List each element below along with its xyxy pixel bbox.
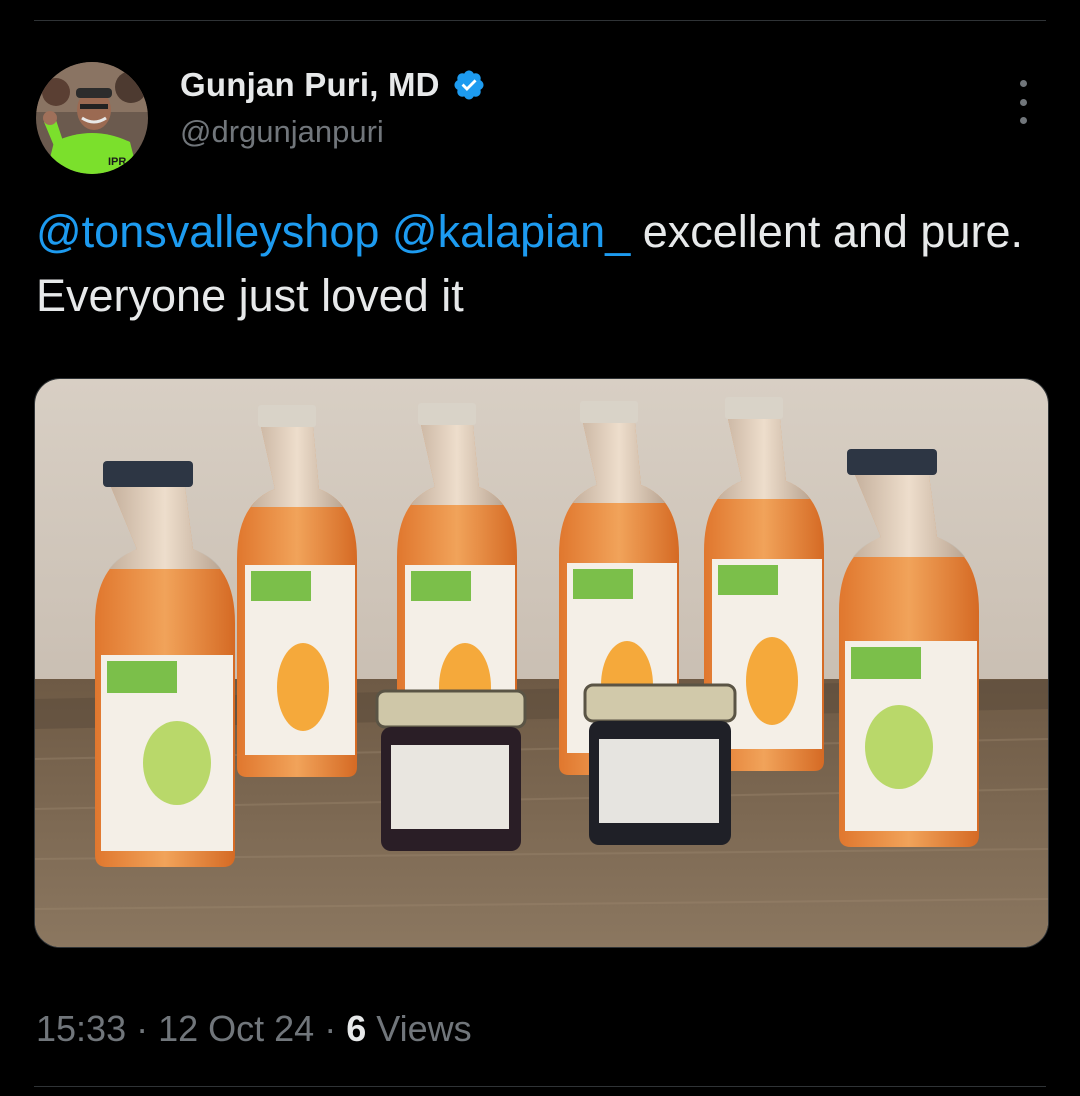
author-handle[interactable]: @drgunjanpuri (180, 114, 384, 150)
meta-separator: · (136, 1008, 149, 1049)
more-dot (1019, 117, 1027, 124)
tweet-meta: 15:33 · 12 Oct 24 · 6 Views (36, 1008, 472, 1050)
display-name[interactable]: Gunjan Puri, MD (180, 66, 440, 104)
meta-separator: · (324, 1008, 337, 1049)
verified-badge-icon[interactable] (452, 68, 486, 102)
avatar-shirt-text: IPR (108, 156, 126, 168)
product-photo (35, 379, 1048, 947)
avatar-photo: IPR (36, 62, 148, 174)
more-dot (1019, 98, 1027, 106)
author-name-row[interactable]: Gunjan Puri, MD (180, 66, 486, 104)
mention-link[interactable]: @kalapian_ (392, 206, 630, 257)
avatar[interactable]: IPR (36, 62, 148, 174)
views-count: 6 (346, 1008, 367, 1049)
more-options-icon[interactable] (1006, 80, 1040, 124)
top-divider (34, 20, 1046, 21)
tweet-time[interactable]: 15:33 (36, 1008, 126, 1050)
tweet-date[interactable]: 12 Oct 24 (158, 1008, 314, 1050)
views-label: Views (376, 1008, 472, 1049)
tweet-media-photo[interactable] (34, 378, 1049, 948)
more-dot (1019, 80, 1027, 87)
bottom-divider (34, 1086, 1046, 1087)
tweet-text: @tonsvalleyshop @kalapian_ excellent and… (36, 200, 1056, 328)
mention-link[interactable]: @tonsvalleyshop (36, 206, 379, 257)
